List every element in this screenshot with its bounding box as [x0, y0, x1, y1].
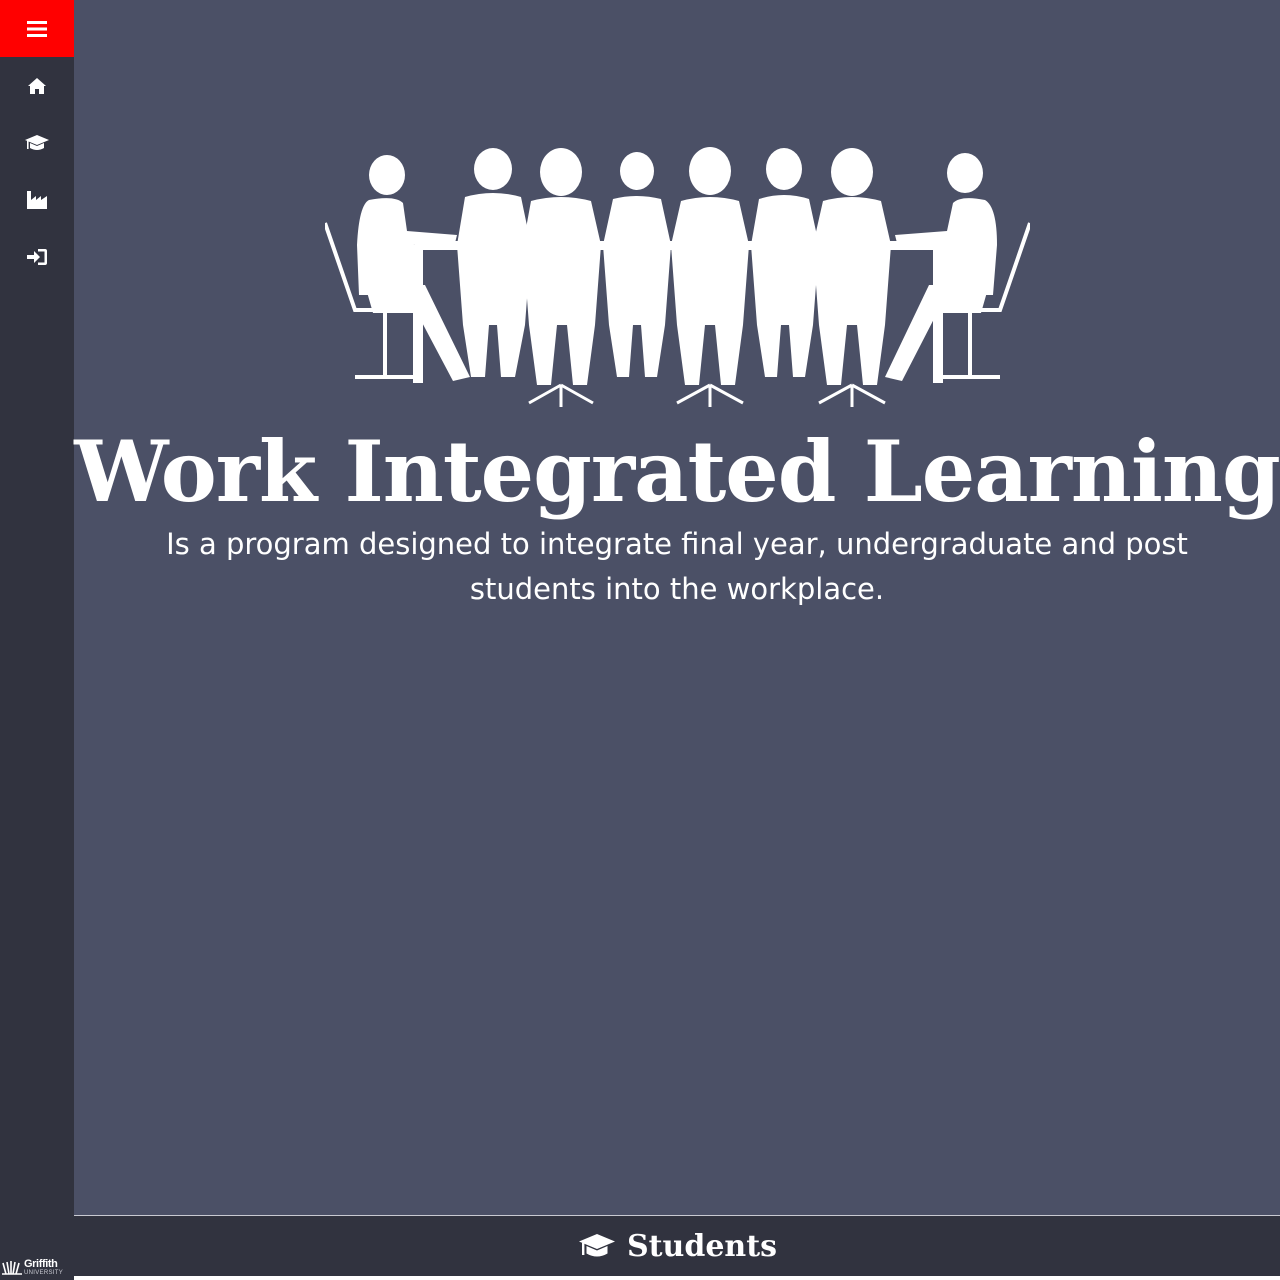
griffith-crest-icon [2, 1261, 22, 1275]
section-title: Students [627, 1228, 777, 1264]
page-title: Work Integrated Learning [74, 422, 1280, 521]
nav-students[interactable] [0, 114, 74, 171]
industry-icon [27, 190, 47, 209]
sidebar: Griffith UNIVERSITY [0, 0, 74, 1280]
griffith-logo: Griffith UNIVERSITY [2, 1257, 72, 1277]
graduation-cap-icon [579, 1234, 616, 1257]
nav-industry[interactable] [0, 171, 74, 228]
logo-subtitle: UNIVERSITY [24, 1269, 64, 1276]
nav-sign-in[interactable] [0, 228, 74, 285]
menu-toggle-button[interactable] [0, 0, 74, 57]
main-content: Work Integrated Learning Is a program de… [74, 0, 1280, 1215]
logo-name: Griffith [24, 1257, 58, 1270]
content-divider [74, 1276, 1280, 1280]
page-description: Is a program designed to integrate final… [166, 527, 1188, 606]
sign-in-icon [27, 248, 47, 265]
meeting-table-people-icon [325, 147, 1030, 407]
students-section-header[interactable]: Students [74, 1215, 1280, 1276]
nav-home[interactable] [0, 57, 74, 114]
bars-icon [27, 20, 47, 37]
graduation-cap-icon [25, 134, 49, 150]
home-icon [28, 77, 46, 94]
